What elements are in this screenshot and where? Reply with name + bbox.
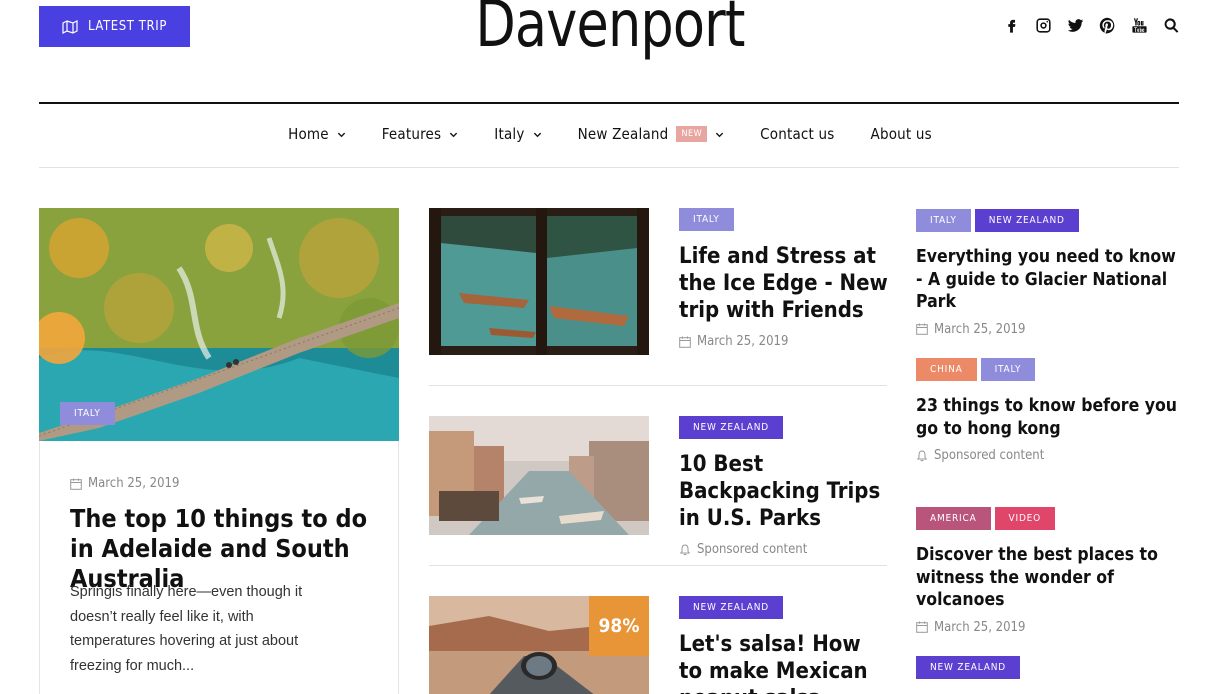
category-tag[interactable]: NEW ZEALAND: [679, 416, 784, 439]
nav-item-label: New Zealand: [577, 125, 669, 143]
nav-item-label: About us: [870, 125, 932, 143]
post-date: March 25, 2019: [916, 620, 1186, 635]
nav-item-label: Contact us: [760, 125, 835, 143]
pinterest-icon[interactable]: [1098, 16, 1116, 34]
date-text: March 25, 2019: [88, 476, 180, 491]
post-title[interactable]: Life and Stress at the Ice Edge - New tr…: [679, 243, 889, 324]
boats-window-image: [429, 208, 649, 355]
bell-icon: [916, 449, 928, 461]
feature-card: ITALY March 25, 2019 The top 10 things t…: [39, 208, 399, 694]
twitter-icon[interactable]: [1066, 16, 1084, 34]
nav-item-label: Italy: [494, 125, 525, 143]
venice-canal-image: [429, 416, 649, 535]
bell-icon: [679, 543, 691, 555]
nav-item-about-us[interactable]: About us: [871, 125, 932, 143]
calendar-icon: [679, 336, 691, 348]
category-tag[interactable]: NEW ZEALAND: [974, 209, 1079, 232]
category-tag[interactable]: ITALY: [980, 358, 1036, 381]
post-date: March 25, 2019: [679, 334, 889, 349]
nav-item-label: Home: [288, 125, 329, 143]
category-tag[interactable]: NEW ZEALAND: [679, 596, 784, 619]
nav-item-italy[interactable]: Italy: [494, 125, 541, 143]
divider: [429, 565, 887, 566]
chevron-down-icon: [337, 132, 345, 137]
site-logo[interactable]: Davenport: [110, 0, 1110, 62]
search-icon[interactable]: [1162, 16, 1180, 34]
post-date: March 25, 2019: [916, 322, 1186, 337]
chevron-down-icon: [533, 132, 541, 137]
date-text: March 25, 2019: [697, 334, 789, 349]
category-tag[interactable]: NEW ZEALAND: [916, 656, 1021, 679]
calendar-icon: [70, 478, 82, 490]
nav-item-features[interactable]: Features: [382, 125, 459, 143]
calendar-icon: [916, 323, 928, 335]
date-text: March 25, 2019: [934, 619, 1026, 635]
main-nav: Home Features Italy New Zealand NEW Cont…: [0, 125, 1220, 143]
tag-row: AMERICA VIDEO: [916, 507, 1186, 530]
list-item: AMERICA VIDEO Discover the best places to…: [916, 507, 1186, 635]
tag-row: NEW ZEALAND: [916, 656, 1186, 679]
instagram-icon[interactable]: [1034, 16, 1052, 34]
rating-score: 98%: [589, 596, 649, 656]
category-tag[interactable]: CHINA: [916, 358, 977, 381]
post-title[interactable]: 23 things to know before you go to hong …: [916, 395, 1186, 440]
sponsored-label: Sponsored content: [916, 448, 1186, 463]
divider: [429, 385, 887, 386]
tag-row: ITALY NEW ZEALAND: [916, 209, 1186, 232]
nav-bottom-rule: [39, 167, 1179, 168]
chevron-down-icon: [716, 132, 724, 137]
category-tag[interactable]: ITALY: [916, 209, 971, 232]
category-tag[interactable]: VIDEO: [994, 507, 1056, 530]
post-title[interactable]: 10 Best Backpacking Trips in U.S. Parks: [679, 451, 889, 532]
sponsored-text: Sponsored content: [697, 542, 808, 557]
category-tag[interactable]: AMERICA: [916, 507, 991, 530]
tag-row: CHINA ITALY: [916, 358, 1186, 381]
list-item: NEW ZEALAND: [916, 656, 1186, 679]
post-title[interactable]: Everything you need to know - A guide to…: [916, 246, 1186, 314]
social-links: [1002, 16, 1180, 34]
calendar-icon: [916, 621, 928, 633]
nav-item-label: Features: [381, 125, 442, 143]
list-item: CHINA ITALY 23 things to know before you …: [916, 358, 1186, 463]
nav-item-new-zealand[interactable]: New Zealand NEW: [578, 125, 725, 143]
nav-item-contact-us[interactable]: Contact us: [760, 125, 834, 143]
facebook-icon[interactable]: [1002, 16, 1020, 34]
sponsored-label: Sponsored content: [679, 542, 889, 557]
post-thumbnail[interactable]: [429, 416, 649, 535]
feature-excerpt: Springis finally here—even though it doe…: [70, 584, 303, 674]
nav-item-home[interactable]: Home: [288, 125, 346, 143]
list-item: ITALY NEW ZEALAND Everything you need to …: [916, 209, 1186, 337]
post-title[interactable]: Discover the best places to witness the …: [916, 544, 1186, 612]
new-badge: NEW: [676, 126, 708, 142]
nav-top-rule: [39, 102, 1179, 104]
category-tag[interactable]: ITALY: [60, 402, 115, 425]
post-title[interactable]: Let's salsa! How to make Mexican peanut …: [679, 631, 889, 694]
post-thumbnail[interactable]: [429, 208, 649, 355]
date-text: March 25, 2019: [934, 321, 1026, 337]
youtube-icon[interactable]: [1130, 16, 1148, 34]
chevron-down-icon: [450, 132, 458, 137]
map-icon: [62, 19, 78, 34]
category-tag[interactable]: ITALY: [679, 208, 734, 231]
sponsored-text: Sponsored content: [934, 448, 1045, 463]
post-date: March 25, 2019: [70, 476, 179, 491]
